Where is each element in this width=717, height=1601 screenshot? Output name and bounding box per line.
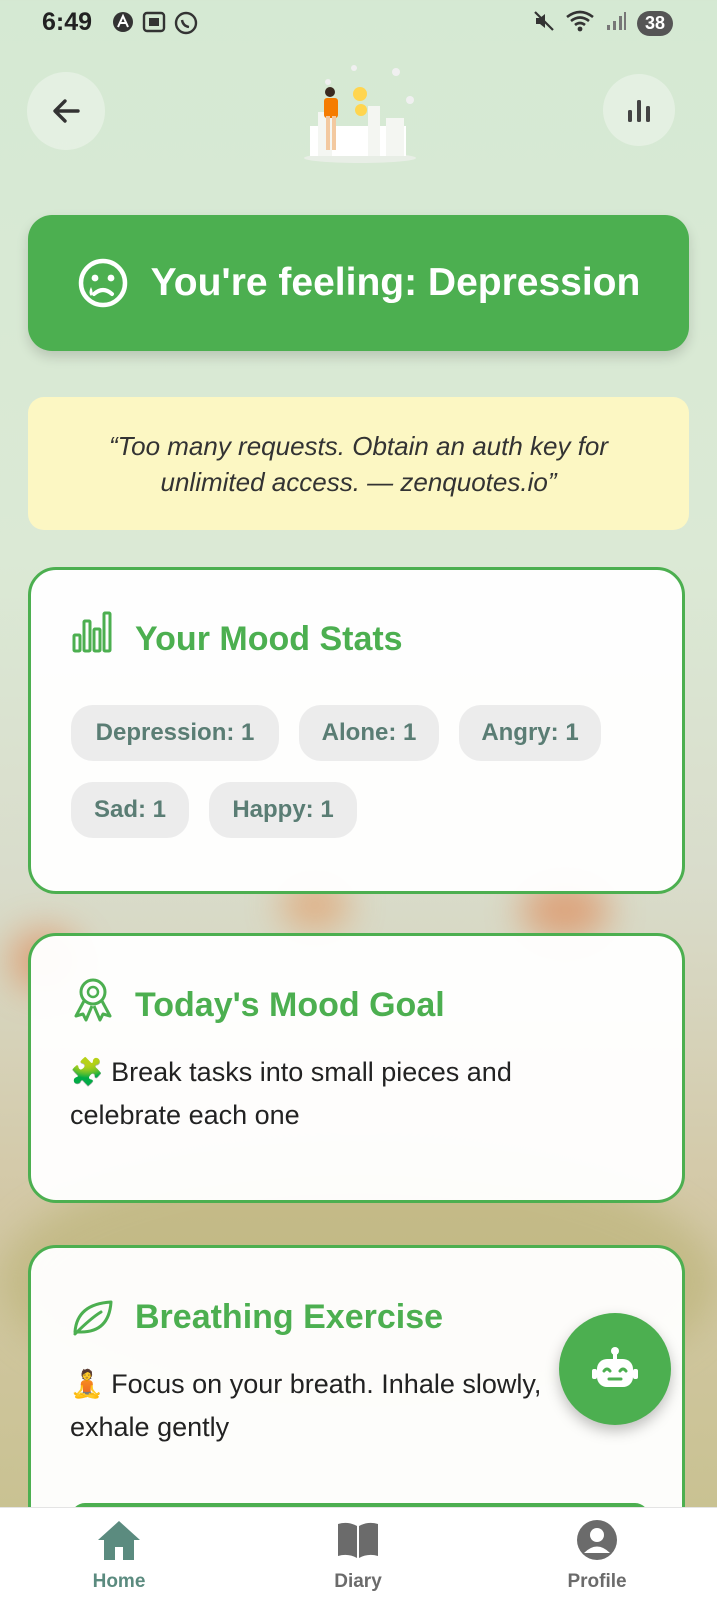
meditation-emoji: 🧘 <box>70 1369 104 1399</box>
notification-a-icon <box>112 11 134 40</box>
mood-goal-description: Break tasks into small pieces and celebr… <box>70 1057 512 1130</box>
mood-chip: Alone: 1 <box>299 705 439 761</box>
status-bar: 6:49 38 <box>0 0 717 50</box>
signal-icon <box>605 10 627 37</box>
profile-icon <box>577 1520 617 1560</box>
nav-diary[interactable]: Diary <box>288 1518 428 1593</box>
back-button[interactable] <box>27 72 105 150</box>
home-icon <box>98 1521 140 1560</box>
whatsapp-icon <box>174 11 198 40</box>
mute-icon <box>533 10 555 37</box>
nav-diary-label: Diary <box>334 1571 382 1592</box>
bar-chart-icon <box>72 611 112 653</box>
nav-home-label: Home <box>92 1571 146 1592</box>
mood-stats-title: Your Mood Stats <box>135 620 403 658</box>
leaf-icon <box>73 1300 113 1336</box>
quote-text: “Too many requests. Obtain an auth key f… <box>108 430 609 497</box>
mood-chip: Happy: 1 <box>209 782 357 838</box>
book-icon <box>338 1522 378 1558</box>
nav-profile-label: Profile <box>567 1571 627 1592</box>
mood-goal-title: Today's Mood Goal <box>135 986 445 1024</box>
bottom-navigation: Home Diary Profile <box>0 1507 717 1601</box>
wifi-icon <box>565 9 595 38</box>
header-illustration <box>298 60 422 164</box>
mood-chip: Angry: 1 <box>459 705 601 761</box>
breathing-title: Breathing Exercise <box>135 1298 444 1336</box>
nav-home[interactable]: Home <box>49 1518 189 1593</box>
quote-card: “Too many requests. Obtain an auth key f… <box>28 397 689 530</box>
screenshot-icon <box>142 11 166 40</box>
award-icon <box>74 978 112 1022</box>
sad-face-icon <box>78 258 127 308</box>
mood-goal-card: Today's Mood Goal 🧩 Break tasks into sma… <box>28 933 685 1203</box>
status-time: 6:49 <box>42 8 93 36</box>
breathing-text: 🧘 Focus on your breath. Inhale slowly, e… <box>70 1363 570 1449</box>
breathing-description: Focus on your breath. Inhale slowly, exh… <box>70 1369 542 1442</box>
current-feeling-banner: You're feeling: Depression <box>28 215 689 351</box>
mood-chip: Depression: 1 <box>71 705 279 761</box>
puzzle-emoji: 🧩 <box>70 1057 104 1087</box>
nav-profile[interactable]: Profile <box>527 1518 667 1593</box>
arrow-left-icon <box>53 99 80 123</box>
feeling-text: You're feeling: Depression <box>150 261 641 304</box>
stats-button[interactable] <box>603 74 675 146</box>
robot-icon <box>592 1347 638 1387</box>
bar-chart-icon <box>628 100 650 122</box>
mood-goal-text: 🧩 Break tasks into small pieces and cele… <box>70 1051 630 1137</box>
mood-stats-card: Your Mood Stats Depression: 1 Alone: 1 A… <box>28 567 685 894</box>
mood-chip: Sad: 1 <box>71 782 189 838</box>
battery-level: 38 <box>636 11 673 36</box>
chatbot-button[interactable] <box>559 1313 671 1425</box>
